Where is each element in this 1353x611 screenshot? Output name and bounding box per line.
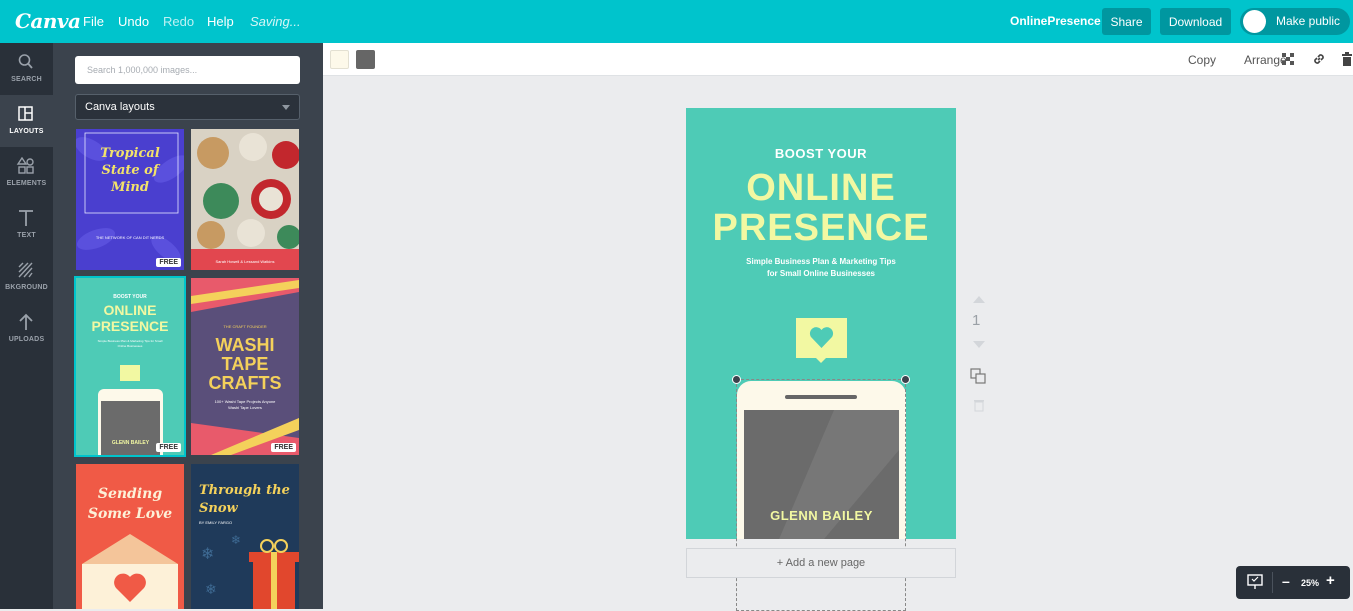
thumb-crafts: CRAFTS — [208, 373, 282, 393]
svg-text:❄: ❄ — [201, 544, 214, 563]
design-subtitle-line: for Small Online Businesses — [766, 269, 876, 278]
dropdown-value: Canva layouts — [85, 101, 155, 113]
element-toolbar: Copy Arrange — [323, 43, 1353, 76]
search-icon — [18, 54, 33, 69]
background-icon — [18, 262, 33, 278]
rail-label: SEARCH — [11, 76, 42, 83]
chevron-up-icon[interactable] — [972, 294, 986, 304]
thumb-subtitle: Sarah Howell & Lessand Watkins — [215, 259, 275, 264]
thumb-presence: PRESENCE — [91, 318, 169, 334]
layout-thumb-through-snow[interactable]: Through the Snow BY EMILY FARGO ❄ ❄ ❄ — [191, 464, 299, 609]
menu-redo[interactable]: Redo — [163, 14, 194, 29]
thumb-boost: BOOST YOUR — [113, 294, 147, 300]
resize-handle[interactable] — [732, 375, 741, 384]
layout-thumb-cookies[interactable]: Sarah Howell & Lessand Watkins — [191, 129, 299, 270]
layout-thumb-tropical[interactable]: Tropical State of Mind THE NETWORK OF CA… — [76, 129, 184, 270]
side-rail: SEARCH LAYOUTS ELEMENTS TEXT BKGROUND UP… — [0, 43, 53, 609]
thumb-subtitle: THE NETWORK OF CAN DIT NERDS — [95, 235, 165, 240]
elements-icon — [16, 157, 34, 174]
svg-text:❄: ❄ — [231, 533, 241, 547]
free-badge: FREE — [156, 443, 181, 452]
layout-thumb-washi-tape[interactable]: THE CRAFT FOUNDER WASHI TAPE CRAFTS 100+… — [191, 278, 299, 455]
save-status: Saving... — [250, 14, 301, 29]
rail-label: ELEMENTS — [6, 180, 47, 187]
heart-icon — [809, 327, 834, 348]
rail-label: UPLOADS — [8, 336, 45, 343]
envelope-illustration — [82, 534, 178, 609]
menu-undo[interactable]: Undo — [118, 14, 149, 29]
rail-label: LAYOUTS — [9, 128, 44, 135]
zoom-level[interactable]: 25% — [1301, 578, 1319, 588]
thumb-name: GLENN BAILEY — [111, 440, 150, 446]
rail-label: BKGROUND — [5, 284, 48, 291]
layout-type-dropdown[interactable]: Canva layouts — [75, 94, 300, 120]
thumb-washi: WASHI — [215, 335, 275, 355]
svg-text:❄: ❄ — [205, 582, 217, 598]
thumb-online: ONLINE — [103, 302, 157, 318]
color-swatch-cream[interactable] — [330, 50, 349, 69]
text-icon — [19, 210, 33, 226]
image-search-input[interactable]: Search 1,000,000 images... — [75, 56, 300, 84]
menu-help[interactable]: Help — [207, 14, 234, 29]
presentation-icon[interactable] — [1247, 574, 1263, 590]
arrange-button[interactable]: Arrange — [1244, 53, 1287, 67]
duplicate-page-icon[interactable] — [970, 368, 986, 384]
download-button[interactable]: Download — [1160, 8, 1231, 35]
resize-handle[interactable] — [901, 375, 910, 384]
delete-page-icon[interactable] — [973, 398, 985, 412]
page-number: 1 — [972, 312, 981, 329]
phone-screen — [101, 401, 160, 455]
chevron-down-icon[interactable] — [972, 340, 986, 350]
copy-button[interactable]: Copy — [1188, 53, 1216, 67]
document-title[interactable]: OnlinePresence — [1010, 14, 1101, 28]
design-boost-text[interactable]: BOOST YOUR — [686, 146, 956, 161]
thumb-subtitle: 100+ Washi Tape Projects Anyone Washi Ta… — [214, 399, 276, 410]
rail-item-text[interactable]: TEXT — [0, 199, 53, 251]
top-bar: Canva File Undo Redo Help Saving... Onli… — [0, 0, 1353, 43]
link-icon[interactable] — [1312, 52, 1326, 66]
design-subtitle-line: Simple Business Plan & Marketing Tips — [746, 257, 896, 266]
layouts-icon — [18, 106, 33, 121]
design-presence-text[interactable]: PRESENCE — [686, 208, 956, 248]
trash-icon[interactable] — [1341, 52, 1353, 66]
bubble-tail — [816, 358, 826, 363]
search-placeholder: Search 1,000,000 images... — [87, 65, 198, 75]
design-online-text[interactable]: ONLINE — [686, 168, 956, 208]
layout-thumb-online-presence[interactable]: BOOST YOUR ONLINE PRESENCE Simple Busine… — [74, 276, 186, 457]
rail-item-layouts[interactable]: LAYOUTS — [0, 95, 53, 147]
zoom-divider — [1272, 572, 1273, 593]
rail-item-uploads[interactable]: UPLOADS — [0, 303, 53, 355]
canva-logo[interactable]: Canva — [15, 9, 81, 33]
gift-illustration: ❄ ❄ ❄ — [201, 533, 299, 609]
upload-icon — [19, 313, 33, 330]
free-badge: FREE — [156, 258, 181, 267]
rail-item-elements[interactable]: ELEMENTS — [0, 147, 53, 199]
add-new-page-button[interactable]: + Add a new page — [686, 548, 956, 578]
chevron-down-icon — [282, 105, 290, 110]
cookies-photo — [191, 129, 299, 270]
rail-item-search[interactable]: SEARCH — [0, 43, 53, 95]
thumb-title: Tropical State of Mind — [100, 146, 160, 195]
layouts-panel: Search 1,000,000 images... Canva layouts… — [53, 43, 323, 609]
menu-file[interactable]: File — [83, 14, 104, 29]
share-button[interactable]: Share — [1102, 8, 1151, 35]
zoom-out-button[interactable]: – — [1282, 573, 1290, 589]
rail-item-background[interactable]: BKGROUND — [0, 251, 53, 303]
zoom-in-button[interactable]: + — [1326, 572, 1335, 589]
heart-bubble-icon[interactable] — [796, 318, 847, 358]
thumb-kicker: THE CRAFT FOUNDER — [223, 324, 267, 329]
make-public-label: Make public — [1276, 14, 1341, 28]
layout-thumb-sending-love[interactable]: Sending Some Love — [76, 464, 184, 609]
color-swatch-gray[interactable] — [356, 50, 375, 69]
thumb-subtitle: Simple Business Plan & Marketing Tips fo… — [97, 339, 163, 348]
zoom-control: – 25% + — [1236, 566, 1350, 599]
heart-bubble-icon — [120, 365, 140, 381]
thumb-tape: TAPE — [221, 354, 269, 374]
toggle-knob — [1243, 10, 1266, 33]
free-badge: FREE — [271, 443, 296, 452]
transparency-icon[interactable] — [1282, 53, 1294, 65]
design-subtitle[interactable]: Simple Business Plan & Marketing Tips fo… — [686, 256, 956, 280]
rail-label: TEXT — [17, 232, 36, 239]
make-public-toggle[interactable]: Make public — [1240, 8, 1350, 35]
